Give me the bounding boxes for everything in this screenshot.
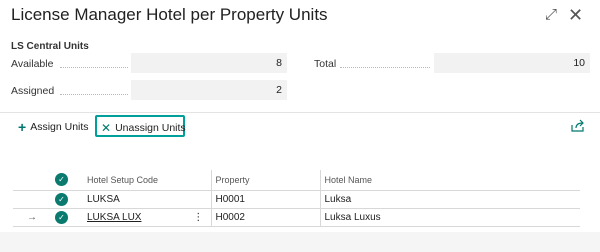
table-row[interactable]: → ✓ LUKSA LUX ⋮ H0002 Luksa Luxus [13,208,580,227]
select-all-check-icon[interactable]: ✓ [55,173,68,187]
close-icon[interactable]: ✕ [568,6,583,24]
available-field: 8 [131,53,287,73]
row-arrow-cell [13,190,51,209]
property-cell[interactable]: H0001 [210,190,320,209]
hotel-name-cell[interactable]: Luksa Luxus [319,208,580,227]
table-row[interactable]: ✓ LUKSA H0001 Luksa [13,190,580,209]
assigned-label: Assigned [11,85,55,97]
unassign-units-button[interactable]: ✕ Unassign Units [101,121,186,135]
toolbar-divider [0,112,600,113]
table-footer-area [0,232,600,252]
available-label: Available [11,58,54,70]
header-setup-code[interactable]: Hotel Setup Code [83,170,186,191]
units-group-title: LS Central Units [11,41,89,52]
assigned-dots [60,94,128,95]
header-arrow-cell [13,170,51,191]
header-check-cell[interactable]: ✓ [51,170,83,191]
available-dots [60,67,128,68]
row-check-cell[interactable]: ✓ [51,190,83,209]
total-dots [340,67,430,68]
plus-icon: + [18,119,27,135]
unassign-units-label: Unassign Units [115,122,186,134]
expand-icon[interactable]: ⤢ [545,6,557,24]
property-cell[interactable]: H0002 [210,208,320,227]
row-check-cell[interactable]: ✓ [51,208,83,227]
setup-code-link[interactable]: LUKSA LUX [83,208,186,227]
setup-code-cell[interactable]: LUKSA [83,190,186,209]
page-title: License Manager Hotel per Property Units [11,5,328,24]
x-icon: ✕ [101,121,112,135]
assign-units-button[interactable]: + Assign Units [18,119,89,135]
total-label: Total [314,58,337,70]
row-check-icon[interactable]: ✓ [55,192,68,206]
row-check-icon[interactable]: ✓ [55,210,68,224]
assign-units-label: Assign Units [30,121,89,133]
header-hotel-name[interactable]: Hotel Name [319,170,580,191]
share-icon[interactable] [570,119,586,133]
header-property[interactable]: Property [210,170,320,191]
total-field: 10 [434,53,590,73]
row-arrow-icon: → [13,208,51,227]
header-menu-cell [186,170,211,191]
hotel-units-table: ✓ Hotel Setup Code Property Hotel Name ✓… [13,170,580,227]
row-menu-cell [186,190,211,209]
hotel-name-cell[interactable]: Luksa [319,190,580,209]
assigned-field: 2 [131,80,287,100]
row-more-options-icon[interactable]: ⋮ [186,208,211,227]
table-header-row: ✓ Hotel Setup Code Property Hotel Name [13,170,580,191]
